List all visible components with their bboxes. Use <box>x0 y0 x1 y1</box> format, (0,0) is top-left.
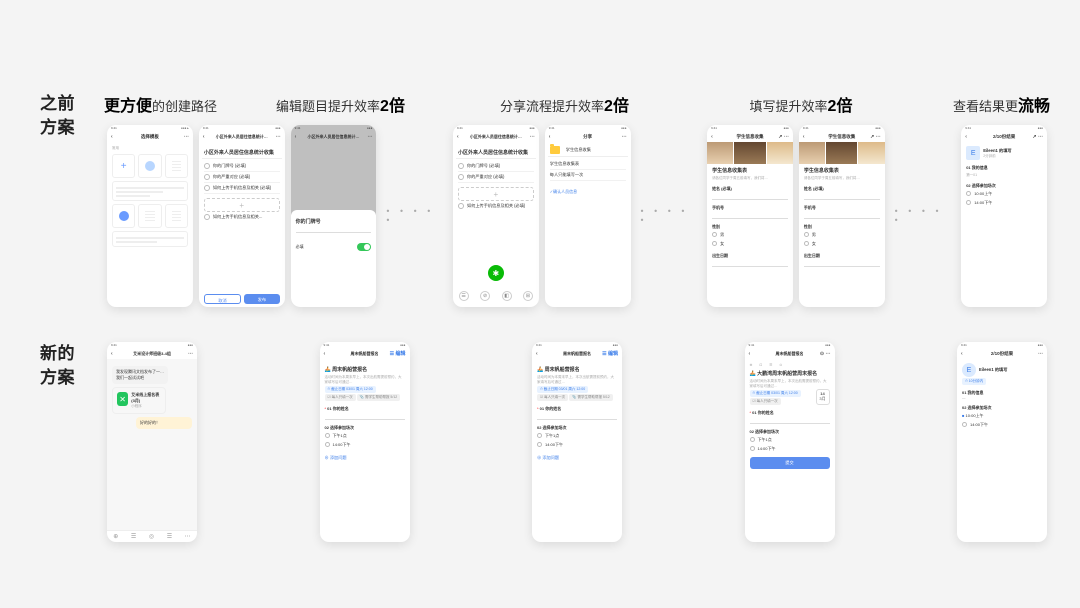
new-share-phone: 9:41●●● ‹周末帆船营报名 ☰ 编辑 🚣 周末帆船营报名 活动时间为本周末… <box>532 342 622 542</box>
publish-button[interactable]: 发布 <box>244 294 279 304</box>
new-fill-phone: 9:41●●● ‹周末帆船营报名⊙ ⋯ ⊕ ⊡ ☰ ⊙ 🚣 大鹏湾周末帆船营周末… <box>745 342 835 542</box>
avatar: E <box>966 146 980 160</box>
old-fill-a-phone: 9:41●●● ‹学生信息收集↗ ⋯ 学生信息收集表 请各位同学于周五前填写，我… <box>707 125 793 307</box>
required-toggle[interactable] <box>357 243 371 251</box>
template-card[interactable] <box>112 204 135 228</box>
after-label: 新的 方案 <box>40 342 75 390</box>
before-label: 之前 方案 <box>40 92 75 140</box>
old-fill-b-phone: 9:41●●● ‹学生信息收集↗ ⋯ 学生信息收集表 请各位同学于周五前填写，我… <box>799 125 885 307</box>
old-edit-b-phone: 9:41●●● ‹小区外来人员居住信息统计…⋯ 你的门牌号 必填 <box>291 125 377 307</box>
share-services: ☰⊘◧⊞ <box>453 291 539 301</box>
answer-selected: ■ 10:00上午 <box>962 411 1042 420</box>
add-question-link[interactable]: ⊕ 添加问题 <box>325 455 405 461</box>
submit-button[interactable]: 提交 <box>750 457 830 469</box>
before-row: 9:41●●● ▸ ‹选择模板⋯ 常用 + 9:41●●● ‹小区外来人员居住信… <box>104 125 1050 307</box>
template-card[interactable] <box>165 204 188 228</box>
folder-icon <box>550 146 560 154</box>
chat-message: 好的好的！ <box>136 417 192 429</box>
edit-button[interactable]: ☰ 编辑 <box>602 350 618 357</box>
hero-image <box>707 142 793 164</box>
option[interactable]: 14:00下午 <box>750 444 830 453</box>
add-question[interactable]: + <box>204 198 280 212</box>
template-card[interactable] <box>165 154 188 178</box>
old-share-a-phone: 9:41●●● ‹小区外来人员居住信息统计…⋯ 小区外来人员居住信息统计收集 你… <box>453 125 539 307</box>
form-title: 小区外来人员居住信息统计收集 <box>204 149 280 156</box>
mini-program-card[interactable]: ✕ 艾米线上报名表(3月)小程序 <box>112 387 166 414</box>
deadline-tag: ⏱ 截止日期 03/01 周六 12:00 <box>325 386 376 393</box>
chat-message: 我发现腾讯文档发布了一…我们一起试试吧 <box>112 366 168 384</box>
date-badge: 143月 <box>816 389 830 405</box>
after-row: 9:41●●● ‹艾米设计师班级3-4组⋯ 我发现腾讯文档发布了一…我们一起试试… <box>104 342 1050 542</box>
old-result-phone: 9:41●●● ‹2/10份结果↗ ⋯ E Eileen1 的填写2分钟前 01… <box>961 125 1047 307</box>
question-item[interactable]: 你的严重对应 (必填) <box>204 172 280 183</box>
template-card[interactable] <box>138 204 161 228</box>
new-create-phone: 9:41●●● ‹艾米设计师班级3-4组⋯ 我发现腾讯文档发布了一…我们一起试试… <box>107 342 197 542</box>
top-action-chips[interactable]: ⊕ ⊡ ☰ ⊙ <box>750 363 830 367</box>
old-share-b-phone: 9:41●●● ‹分享⋯ 学生信息收集 学生信息收集表 每人只能填写一次 ✓ 确… <box>545 125 631 307</box>
ellipsis-icon: • • • • • <box>888 207 959 225</box>
template-preview[interactable] <box>112 181 188 201</box>
chat-dock: ⊕ ☰ ◎ ☰ ⋯ <box>107 530 197 542</box>
time-tag: ⏱ 10分钟内 <box>962 378 986 385</box>
question-item[interactable]: 你的门牌号 (必填) <box>204 161 280 172</box>
edit-button[interactable]: ☰ 编辑 <box>390 350 406 357</box>
old-create-phone: 9:41●●● ▸ ‹选择模板⋯ 常用 + <box>107 125 193 307</box>
column-headings: 更方便的创建路径 编辑题目提升效率2倍 分享流程提升效率2倍 填写提升效率2倍 … <box>104 92 1050 116</box>
question-settings-sheet: 你的门牌号 必填 <box>291 210 377 307</box>
new-result-phone: 9:41●●● ‹2/10份结果⋯ E Eileen1 的填写 ⏱ 10分钟内 … <box>957 342 1047 542</box>
add-question[interactable]: + <box>458 187 534 201</box>
cancel-button[interactable]: 取消 <box>204 294 241 304</box>
ellipsis-icon: • • • • • <box>634 207 705 225</box>
more-icon[interactable]: ⋯ <box>184 134 189 140</box>
question-item[interactable]: 如何上传手机信息及相关 (必填) <box>204 183 280 194</box>
wechat-share-icon[interactable]: ✱ <box>488 265 504 281</box>
app-icon: ✕ <box>117 392 128 406</box>
template-card[interactable] <box>138 154 161 178</box>
template-new[interactable]: + <box>112 154 135 178</box>
ellipsis-icon: • • • • • <box>379 207 450 225</box>
new-edit-phone: 9:41●●● ‹周末帆船营报名 ☰ 编辑 🚣 周末帆船营报名 活动时间为本周末… <box>320 342 410 542</box>
answer-option: 14:00下午 <box>962 420 1042 429</box>
back-icon[interactable]: ‹ <box>111 134 113 140</box>
option[interactable]: 下午1点 <box>750 435 830 444</box>
old-edit-a-phone: 9:41●●● ‹小区外来人员居住信息统计…⋯ 小区外来人员居住信息统计收集 你… <box>199 125 285 307</box>
avatar: E <box>962 363 976 377</box>
